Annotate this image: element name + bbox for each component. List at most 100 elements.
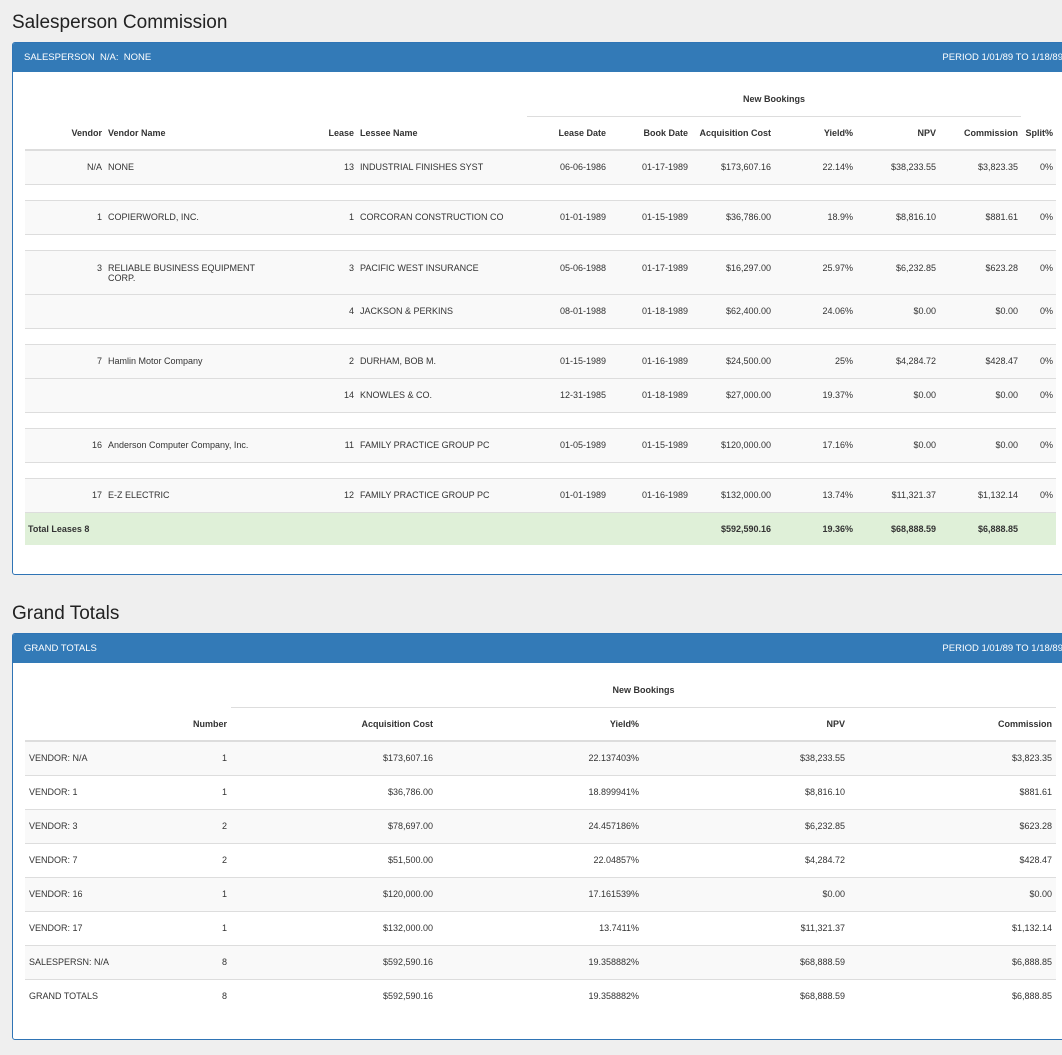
- lease-cell: 1: [315, 200, 357, 235]
- vendor-name-cell: E-Z ELECTRIC: [105, 478, 315, 513]
- total-commission: $6,888.85: [939, 512, 1022, 545]
- npv-cell: $8,816.10: [856, 200, 939, 235]
- book-date-cell: 01-18-1989: [609, 294, 691, 329]
- number-cell: 1: [135, 911, 231, 946]
- col-npv[interactable]: NPV: [643, 707, 849, 742]
- lease-cell: 2: [315, 344, 357, 379]
- table-row: GRAND TOTALS 8 $592,590.16 19.358882% $6…: [25, 979, 1056, 1013]
- commission-cell: $6,888.85: [1011, 991, 1053, 1002]
- column-header-row: Vendor Vendor Name Lease Lessee Name Lea…: [25, 116, 1057, 151]
- table-row: VENDOR: 3 2 $78,697.00 24.457186% $6,232…: [25, 809, 1057, 844]
- yield-cell: 13.74%: [774, 478, 856, 513]
- commission-cell: $0.00: [939, 378, 1022, 413]
- commission-cell: $428.47: [939, 344, 1022, 379]
- npv-cell: $11,321.37: [643, 911, 849, 946]
- acq-cost-cell: $592,590.16: [231, 945, 437, 980]
- col-lease-date[interactable]: Lease Date: [527, 116, 609, 151]
- npv-cell: $38,233.55: [856, 150, 939, 185]
- col-yield[interactable]: Yield%: [437, 707, 643, 742]
- grand-period-label: PERIOD 1/01/89 TO 1/18/89: [942, 643, 1062, 654]
- commission-cell: $0.00: [939, 294, 1022, 329]
- commission-cell: $0.00: [939, 428, 1022, 463]
- split-cell: 0%: [1021, 344, 1057, 379]
- acq-cost-cell: $173,607.16: [231, 741, 437, 776]
- table-row: 14 KNOWLES & CO. 12-31-1985 01-18-1989 $…: [25, 378, 1057, 413]
- table-row: SALESPERSN: N/A 8 $592,590.16 19.358882%…: [25, 945, 1057, 980]
- lease-date-cell: 08-01-1988: [527, 294, 609, 329]
- col-acquisition-cost[interactable]: Acquisition Cost: [231, 707, 437, 742]
- commission-cell: $6,888.85: [849, 945, 1057, 980]
- total-row: Total Leases 8 $592,590.16 19.36% $68,88…: [25, 512, 1057, 545]
- yield-cell: 22.137403%: [437, 741, 643, 776]
- table-row: N/A NONE 13 INDUSTRIAL FINISHES SYST 06-…: [25, 150, 1057, 185]
- book-date-cell: 01-17-1989: [609, 150, 691, 185]
- lessee-cell: CORCORAN CONSTRUCTION CO: [357, 200, 527, 235]
- lease-cell: 14: [315, 378, 357, 413]
- number-cell: 1: [135, 775, 231, 810]
- col-lease[interactable]: Lease: [315, 116, 357, 151]
- split-cell: 0%: [1021, 378, 1057, 413]
- yield-cell: 22.14%: [774, 150, 856, 185]
- npv-cell: $68,888.59: [799, 991, 845, 1002]
- vendor-cell: N/A: [25, 150, 105, 185]
- number-cell: 1: [135, 877, 231, 912]
- acq-cost-cell: $51,500.00: [231, 843, 437, 878]
- table-row: VENDOR: 16 1 $120,000.00 17.161539% $0.0…: [25, 877, 1057, 912]
- lessee-cell: FAMILY PRACTICE GROUP PC: [357, 428, 527, 463]
- lessee-cell: KNOWLES & CO.: [357, 378, 527, 413]
- commission-cell: $881.61: [849, 775, 1057, 810]
- npv-cell: $6,232.85: [643, 809, 849, 844]
- col-npv[interactable]: NPV: [856, 116, 939, 151]
- col-number[interactable]: Number: [135, 707, 231, 742]
- column-header-row: Number Acquisition Cost Yield% NPV Commi…: [25, 707, 1057, 742]
- col-commission[interactable]: Commission: [939, 116, 1022, 151]
- lease-date-cell: 01-15-1989: [527, 344, 609, 379]
- col-split[interactable]: Split%: [1021, 116, 1057, 151]
- commission-cell: $623.28: [939, 250, 1022, 295]
- vendor-cell: 16: [25, 428, 105, 463]
- npv-cell: $0.00: [643, 877, 849, 912]
- split-cell: 0%: [1021, 200, 1057, 235]
- col-commission[interactable]: Commission: [849, 707, 1057, 742]
- number-cell: 1: [135, 741, 231, 776]
- spacer-row: [25, 328, 1057, 345]
- row-label: GRAND TOTALS: [29, 991, 99, 1002]
- npv-cell: $38,233.55: [643, 741, 849, 776]
- col-vendor-name[interactable]: Vendor Name: [105, 116, 315, 151]
- lease-cell: 4: [315, 294, 357, 329]
- lease-date-cell: 01-05-1989: [527, 428, 609, 463]
- col-acquisition-cost[interactable]: Acquisition Cost: [691, 116, 774, 151]
- lease-date-cell: 01-01-1989: [527, 200, 609, 235]
- grand-totals-section-title: Grand Totals: [12, 603, 120, 624]
- col-lessee-name[interactable]: Lessee Name: [357, 116, 527, 151]
- acq-cost-cell: $36,786.00: [231, 775, 437, 810]
- lease-cell: 12: [315, 478, 357, 513]
- yield-cell: 22.04857%: [437, 843, 643, 878]
- table-row: 17 E-Z ELECTRIC 12 FAMILY PRACTICE GROUP…: [25, 478, 1057, 513]
- lease-date-cell: 06-06-1986: [527, 150, 609, 185]
- vendor-cell: 3: [25, 250, 105, 295]
- commission-cell: $0.00: [849, 877, 1057, 912]
- acq-cost-cell: $132,000.00: [231, 911, 437, 946]
- col-yield[interactable]: Yield%: [774, 116, 856, 151]
- total-acq-cost: $592,590.16: [691, 512, 774, 545]
- book-date-cell: 01-15-1989: [609, 200, 691, 235]
- acq-cost-cell: $592,590.16: [382, 991, 433, 1002]
- spacer-row: [25, 184, 1057, 201]
- salesperson-label: SALESPERSON N/A: NONE: [24, 52, 152, 63]
- acq-cost-cell: $27,000.00: [691, 378, 774, 413]
- vendor-cell: 1: [25, 200, 105, 235]
- spacer-row: [25, 234, 1057, 251]
- npv-cell: $4,284.72: [856, 344, 939, 379]
- vendor-name-cell: Hamlin Motor Company: [105, 344, 315, 379]
- col-vendor[interactable]: Vendor: [25, 116, 105, 151]
- number-cell: 2: [135, 809, 231, 844]
- vendor-name-cell: COPIERWORLD, INC.: [105, 200, 315, 235]
- row-label: VENDOR: 7: [25, 843, 135, 878]
- col-book-date[interactable]: Book Date: [609, 116, 691, 151]
- lessee-cell: INDUSTRIAL FINISHES SYST: [357, 150, 527, 185]
- npv-cell: $11,321.37: [856, 478, 939, 513]
- lease-date-cell: 01-01-1989: [527, 478, 609, 513]
- yield-cell: 19.37%: [774, 378, 856, 413]
- book-date-cell: 01-16-1989: [609, 478, 691, 513]
